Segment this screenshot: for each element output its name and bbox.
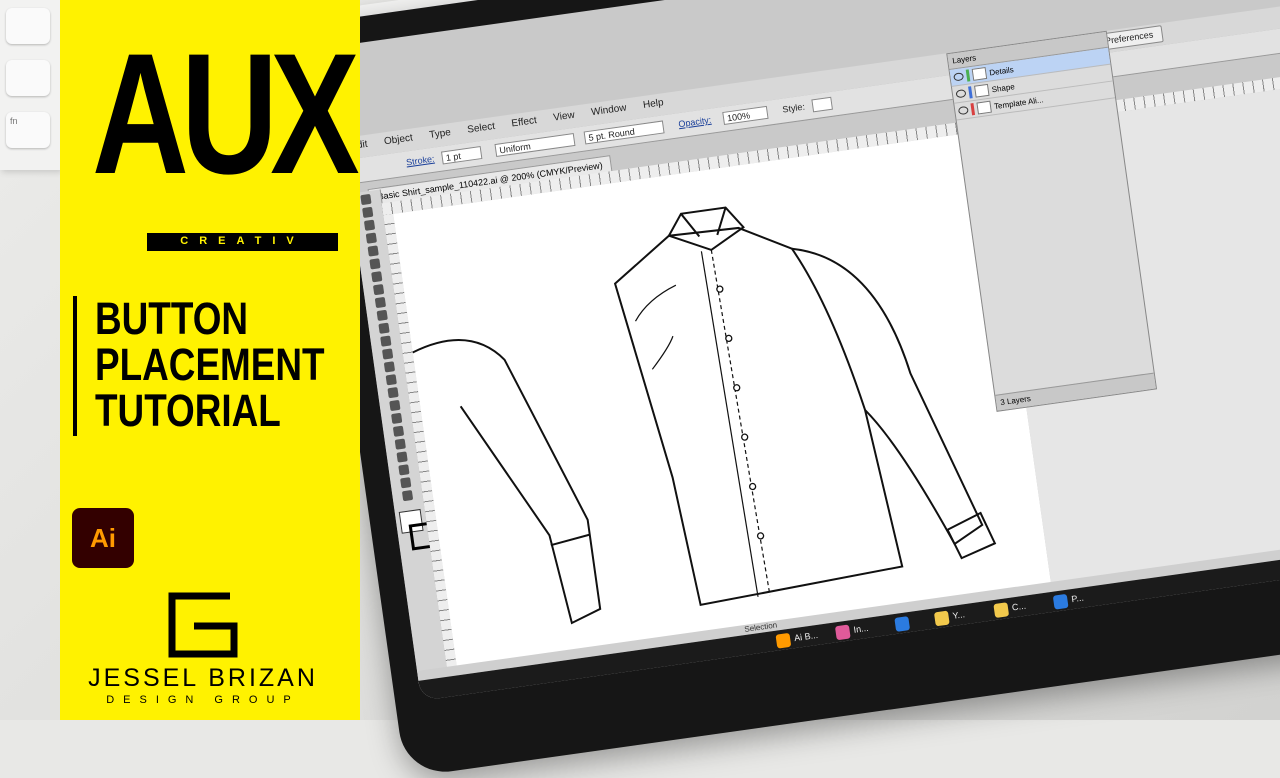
line-tool-icon[interactable] [371,271,383,283]
keyboard-key [6,60,50,96]
visibility-eye-icon[interactable] [955,89,967,99]
rectangle-tool-icon[interactable] [372,283,385,296]
free-transform-tool-icon[interactable] [385,374,397,386]
style-select[interactable] [811,96,833,113]
menu-view[interactable]: View [545,105,583,129]
keyboard-key [6,8,50,44]
menu-help[interactable]: Help [635,92,672,116]
illustrator-taskbar-icon[interactable] [775,632,792,649]
layer-name: Details [988,64,1015,77]
taskbar-label[interactable]: P... [1071,593,1085,605]
layer-thumbnail [976,100,992,115]
direct-selection-tool-icon[interactable] [362,206,374,219]
tablet: Edit Object Type Select Effect View Wind… [300,0,1280,778]
brand-subtitle: DESIGN GROUP [106,694,300,706]
style-label: Style: [781,101,806,115]
menu-effect[interactable]: Effect [503,110,545,134]
brush-select[interactable]: 5 pt. Round [583,120,665,145]
layer-thumbnail [971,67,988,81]
tablet-screen: Edit Object Type Select Effect View Wind… [329,0,1280,701]
slice-tool-icon[interactable] [398,464,410,476]
menu-type[interactable]: Type [421,122,459,146]
keyboard-edge: fn [0,0,60,170]
stroke-profile-select[interactable]: Uniform [494,132,576,157]
visibility-eye-icon[interactable] [957,105,969,116]
title-accent-line [73,296,77,436]
stroke-label: Stroke: [405,153,436,168]
brush-tool-icon[interactable] [374,296,387,309]
layer-thumbnail [974,83,990,98]
layer-color-swatch [968,86,973,99]
type-tool-icon[interactable] [369,258,381,270]
keyboard-key-fn: fn [6,112,50,148]
layer-color-swatch [970,103,976,116]
rotate-tool-icon[interactable] [380,335,392,347]
opacity-field[interactable]: 100% [722,105,769,125]
pen-tool-icon[interactable] [367,245,379,257]
taskbar-label[interactable]: C... [1011,601,1026,613]
mesh-tool-icon[interactable] [391,412,403,425]
aux-logo: AUX [92,18,360,210]
title-line-3: TUTORIAL [95,385,281,436]
layer-name: Template Ali... [993,94,1045,111]
title-line-2: PLACEMENT [95,339,325,390]
taskbar-label[interactable]: Y... [952,609,966,621]
title-line-1: BUTTON [95,293,249,344]
graph-tool-icon[interactable] [389,399,401,412]
hand-tool-icon[interactable] [400,477,412,489]
lasso-tool-icon[interactable] [365,232,378,244]
menu-object[interactable]: Object [376,128,421,153]
pencil-tool-icon[interactable] [376,309,388,322]
illustrator-icon: Ai [72,508,134,568]
app-taskbar-icon[interactable] [1052,593,1069,610]
visibility-eye-icon[interactable] [953,72,965,82]
eyedropper-tool-icon[interactable] [394,438,406,450]
warp-tool-icon[interactable] [383,361,396,373]
brand-name: JESSEL BRIZAN [88,664,318,692]
stroke-weight-field[interactable]: 1 pt [440,146,483,165]
layer-color-swatch [965,69,971,82]
selection-tool-icon[interactable] [360,193,372,206]
layer-name: Shape [991,81,1016,94]
indesign-taskbar-icon[interactable] [834,624,851,641]
magic-wand-tool-icon[interactable] [363,219,376,231]
taskbar-label[interactable]: In... [853,623,869,635]
folder-taskbar-icon[interactable] [993,602,1010,619]
gradient-tool-icon[interactable] [392,425,405,437]
menu-select[interactable]: Select [459,116,503,141]
creativ-label: CREATIV [180,235,305,247]
taskbar-label[interactable]: Ai B... [793,630,818,643]
blend-tool-icon[interactable] [396,451,408,463]
zoom-tool-icon[interactable] [401,489,414,502]
photoshop-taskbar-icon[interactable] [894,616,911,632]
eraser-tool-icon[interactable] [378,322,390,334]
symbol-sprayer-tool-icon[interactable] [387,386,399,399]
jessel-brizan-g-logo-icon [168,592,238,658]
folder-taskbar-icon[interactable] [933,610,950,627]
scale-tool-icon[interactable] [381,348,394,360]
opacity-label: Opacity: [677,114,712,130]
